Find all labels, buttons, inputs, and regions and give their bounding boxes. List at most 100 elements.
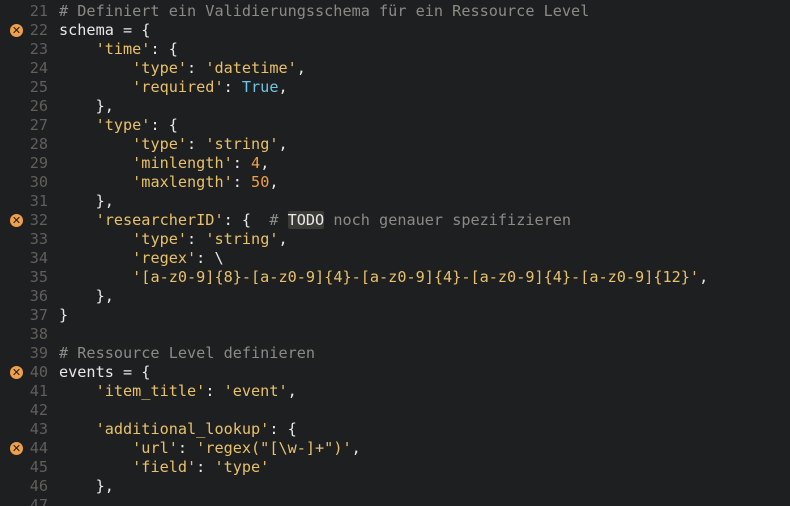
line-number: 32 xyxy=(29,211,48,229)
code-text: 'type': 'string', xyxy=(59,230,287,249)
code-line[interactable]: 28 'type': 'string', xyxy=(0,135,790,154)
code-line[interactable]: 27 'type': { xyxy=(0,116,790,135)
line-number: 38 xyxy=(29,325,48,343)
string-token: 'type' xyxy=(132,230,188,248)
code-line[interactable]: 23 'time': { xyxy=(0,40,790,59)
code-token: , xyxy=(287,382,297,400)
comment-token: noch genauer spezifizieren xyxy=(324,211,572,229)
code-line[interactable]: ✕ 40 events = { xyxy=(0,363,790,382)
code-line[interactable]: 39 # Ressource Level definieren xyxy=(0,344,790,363)
code-token: : { xyxy=(269,420,297,438)
code-line[interactable]: 38 xyxy=(0,325,790,344)
number-token: 50 xyxy=(251,173,270,191)
string-token: 'time' xyxy=(95,40,151,58)
code-line[interactable]: 35 '[a-z0-9]{8}-[a-z0-9]{4}-[a-z0-9]{4}-… xyxy=(0,268,790,287)
string-token: 'additional_lookup' xyxy=(95,420,270,438)
string-token: 'type' xyxy=(132,59,188,77)
line-number: 30 xyxy=(29,173,48,191)
string-token: 'regex("[\w-]+")' xyxy=(196,439,352,457)
code-line[interactable]: 26 }, xyxy=(0,97,790,116)
string-token: 'type' xyxy=(214,458,270,476)
code-text: 'type': { xyxy=(59,116,178,135)
code-line[interactable]: 34 'regex': \ xyxy=(0,249,790,268)
code-line[interactable]: 25 'required': True, xyxy=(0,78,790,97)
keyword-token: True xyxy=(241,78,279,96)
code-token: , xyxy=(260,154,270,172)
code-line[interactable]: 37} xyxy=(0,306,790,325)
code-line[interactable]: 47 xyxy=(0,496,790,506)
code-token: : \ xyxy=(196,249,224,267)
code-text: schema = { xyxy=(59,21,150,40)
line-number: 21 xyxy=(29,2,48,20)
line-number: 40 xyxy=(29,363,48,381)
code-text: }, xyxy=(59,287,114,306)
code-token: : xyxy=(232,173,252,191)
line-number: 47 xyxy=(29,496,48,506)
code-line[interactable]: 43 'additional_lookup': { xyxy=(0,420,790,439)
string-token: 'type' xyxy=(132,135,188,153)
code-token: schema = { xyxy=(59,21,151,39)
code-text: # Ressource Level definieren xyxy=(59,344,315,363)
code-token: , xyxy=(269,173,279,191)
string-token: 'url' xyxy=(132,439,178,457)
code-token: , xyxy=(296,59,306,77)
code-line[interactable]: 33 'type': 'string', xyxy=(0,230,790,249)
code-token: : xyxy=(187,59,206,77)
code-text: 'minlength': 4, xyxy=(59,154,269,173)
code-line[interactable]: 31 }, xyxy=(0,192,790,211)
code-text: events = { xyxy=(59,363,150,382)
string-token: 'required' xyxy=(132,78,224,96)
line-number: 46 xyxy=(29,477,48,495)
code-editor[interactable]: 21 # Definiert ein Validierungsschema für… xyxy=(0,0,790,506)
code-text: }, xyxy=(59,477,114,496)
code-text: 'regex': \ xyxy=(59,249,224,268)
code-text: 'researcherID': { # TODO noch genauer sp… xyxy=(59,211,571,230)
code-text: } xyxy=(59,306,68,325)
code-token: }, xyxy=(59,477,114,495)
code-line[interactable]: ✕ 44 'url': 'regex("[\w-]+")', xyxy=(0,439,790,458)
line-number: 23 xyxy=(29,40,48,58)
code-line[interactable]: ✕ 22 schema = { xyxy=(0,21,790,40)
code-line[interactable]: 36 }, xyxy=(0,287,790,306)
code-text: 'time': { xyxy=(59,40,178,59)
code-line[interactable]: 41 'item_title': 'event', xyxy=(0,382,790,401)
string-token: 'item_title' xyxy=(95,382,206,400)
line-number: 36 xyxy=(29,287,48,305)
code-text: 'type': 'string', xyxy=(59,135,287,154)
code-line[interactable]: 42 xyxy=(0,401,790,420)
string-token: 'event' xyxy=(223,382,288,400)
line-number: 24 xyxy=(29,59,48,77)
code-token: : xyxy=(187,230,206,248)
code-token: events = { xyxy=(59,363,151,381)
line-number: 44 xyxy=(29,439,48,457)
code-token: , xyxy=(699,268,709,286)
code-line[interactable]: 30 'maxlength': 50, xyxy=(0,173,790,192)
code-line[interactable]: 46 }, xyxy=(0,477,790,496)
code-line[interactable]: 29 'minlength': 4, xyxy=(0,154,790,173)
code-line[interactable]: 45 'field': 'type' xyxy=(0,458,790,477)
code-token: } xyxy=(59,306,69,324)
code-text: }, xyxy=(59,97,114,116)
string-token: 'minlength' xyxy=(132,154,233,172)
line-number: 28 xyxy=(29,135,48,153)
line-number: 41 xyxy=(29,382,48,400)
code-token: , xyxy=(351,439,361,457)
code-text: # Definiert ein Validierungsschema für e… xyxy=(59,2,589,21)
code-token: , xyxy=(278,78,288,96)
code-token: : xyxy=(177,439,197,457)
code-line[interactable]: 21 # Definiert ein Validierungsschema für… xyxy=(0,2,790,21)
line-number: 39 xyxy=(29,344,48,362)
string-token: 'maxlength' xyxy=(132,173,233,191)
line-number: 33 xyxy=(29,230,48,248)
line-number: 35 xyxy=(29,268,48,286)
code-line[interactable]: 24 'type': 'datetime', xyxy=(0,59,790,78)
code-token: : xyxy=(223,78,242,96)
code-line[interactable]: ✕ 32 'researcherID': { # TODO noch genaue… xyxy=(0,211,790,230)
code-text: 'field': 'type' xyxy=(59,458,269,477)
